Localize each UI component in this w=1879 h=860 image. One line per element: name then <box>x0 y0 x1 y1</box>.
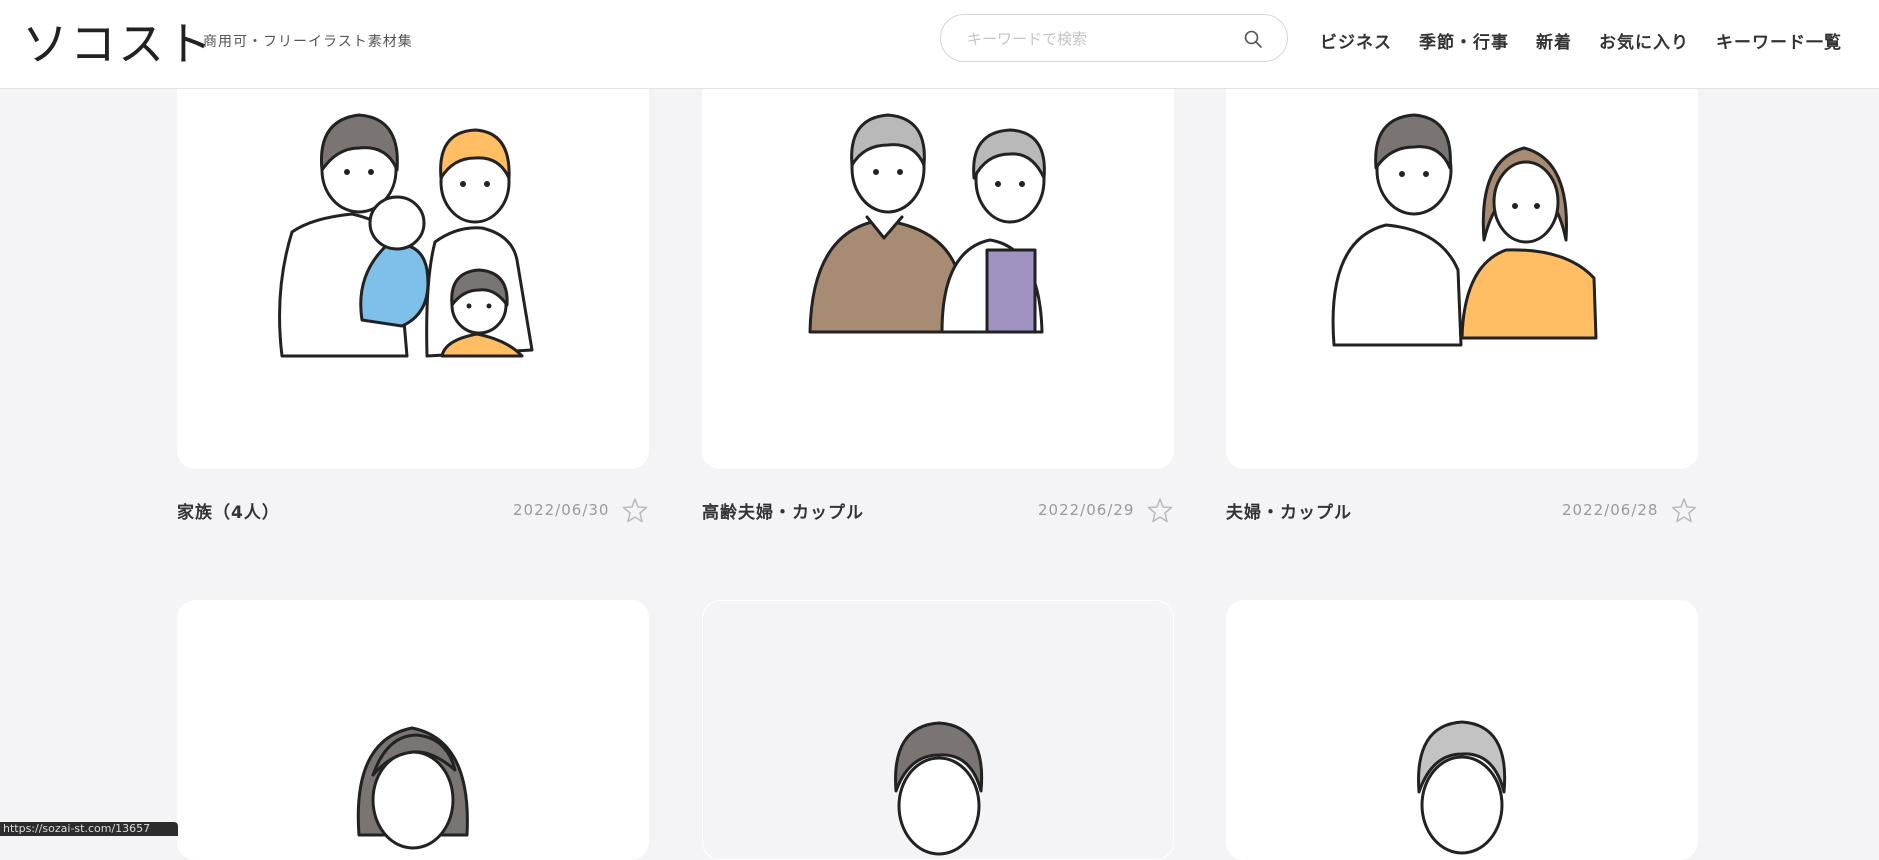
family-illustration <box>278 113 534 358</box>
nav-keyword-list[interactable]: キーワード一覧 <box>1716 28 1842 53</box>
site-tagline: 商用可・フリーイラスト素材集 <box>203 34 413 50</box>
star-outline-icon[interactable] <box>1147 497 1173 523</box>
card-thumbnail[interactable] <box>702 60 1174 469</box>
card-thumbnail[interactable] <box>1226 600 1698 860</box>
card-title[interactable]: 高齢夫婦・カップル <box>702 498 864 523</box>
site-header: ソコスト 商用可・フリーイラスト素材集 ビジネス 季節・行事 新着 お気に入り … <box>0 0 1879 89</box>
card-date: 2022/06/30 <box>513 501 610 519</box>
elderly-person-thinking-illustration <box>1417 720 1507 855</box>
star-outline-icon[interactable] <box>1671 497 1697 523</box>
illustration-card[interactable]: 家族（4人） 2022/06/30 <box>177 60 649 530</box>
card-thumbnail[interactable] <box>177 60 649 469</box>
star-outline-icon[interactable] <box>622 497 648 523</box>
card-date: 2022/06/29 <box>1038 501 1135 519</box>
illustration-card[interactable]: 夫婦・カップル 2022/06/28 <box>1226 60 1698 530</box>
man-thinking-illustration <box>894 721 984 856</box>
card-thumbnail[interactable] <box>177 600 649 860</box>
card-date: 2022/06/28 <box>1562 501 1659 519</box>
search-input[interactable] <box>965 26 1239 52</box>
illustration-card[interactable]: 高齢夫婦・カップル 2022/06/29 <box>702 60 1174 530</box>
site-logo[interactable]: ソコスト <box>22 8 214 74</box>
nav-new-arrivals[interactable]: 新着 <box>1536 28 1572 53</box>
nav-business[interactable]: ビジネス <box>1320 28 1392 53</box>
card-title[interactable]: 家族（4人） <box>177 498 280 523</box>
illustration-card[interactable] <box>177 600 649 860</box>
search-box <box>940 14 1288 62</box>
search-icon[interactable] <box>1243 29 1263 49</box>
illustration-card[interactable] <box>1226 600 1698 860</box>
browser-status-bar: https://sozai-st.com/13657 <box>0 822 178 836</box>
card-title[interactable]: 夫婦・カップル <box>1226 498 1352 523</box>
main-nav: ビジネス 季節・行事 新着 お気に入り キーワード一覧 <box>1320 28 1869 53</box>
nav-favorites[interactable]: お気に入り <box>1599 28 1689 53</box>
nav-seasons-events[interactable]: 季節・行事 <box>1419 28 1509 53</box>
couple-illustration <box>1331 113 1598 347</box>
card-thumbnail[interactable] <box>702 600 1174 860</box>
card-thumbnail[interactable] <box>1226 60 1698 469</box>
elderly-couple-illustration <box>808 113 1046 334</box>
illustration-card[interactable] <box>702 600 1174 860</box>
woman-thinking-illustration <box>356 726 469 850</box>
